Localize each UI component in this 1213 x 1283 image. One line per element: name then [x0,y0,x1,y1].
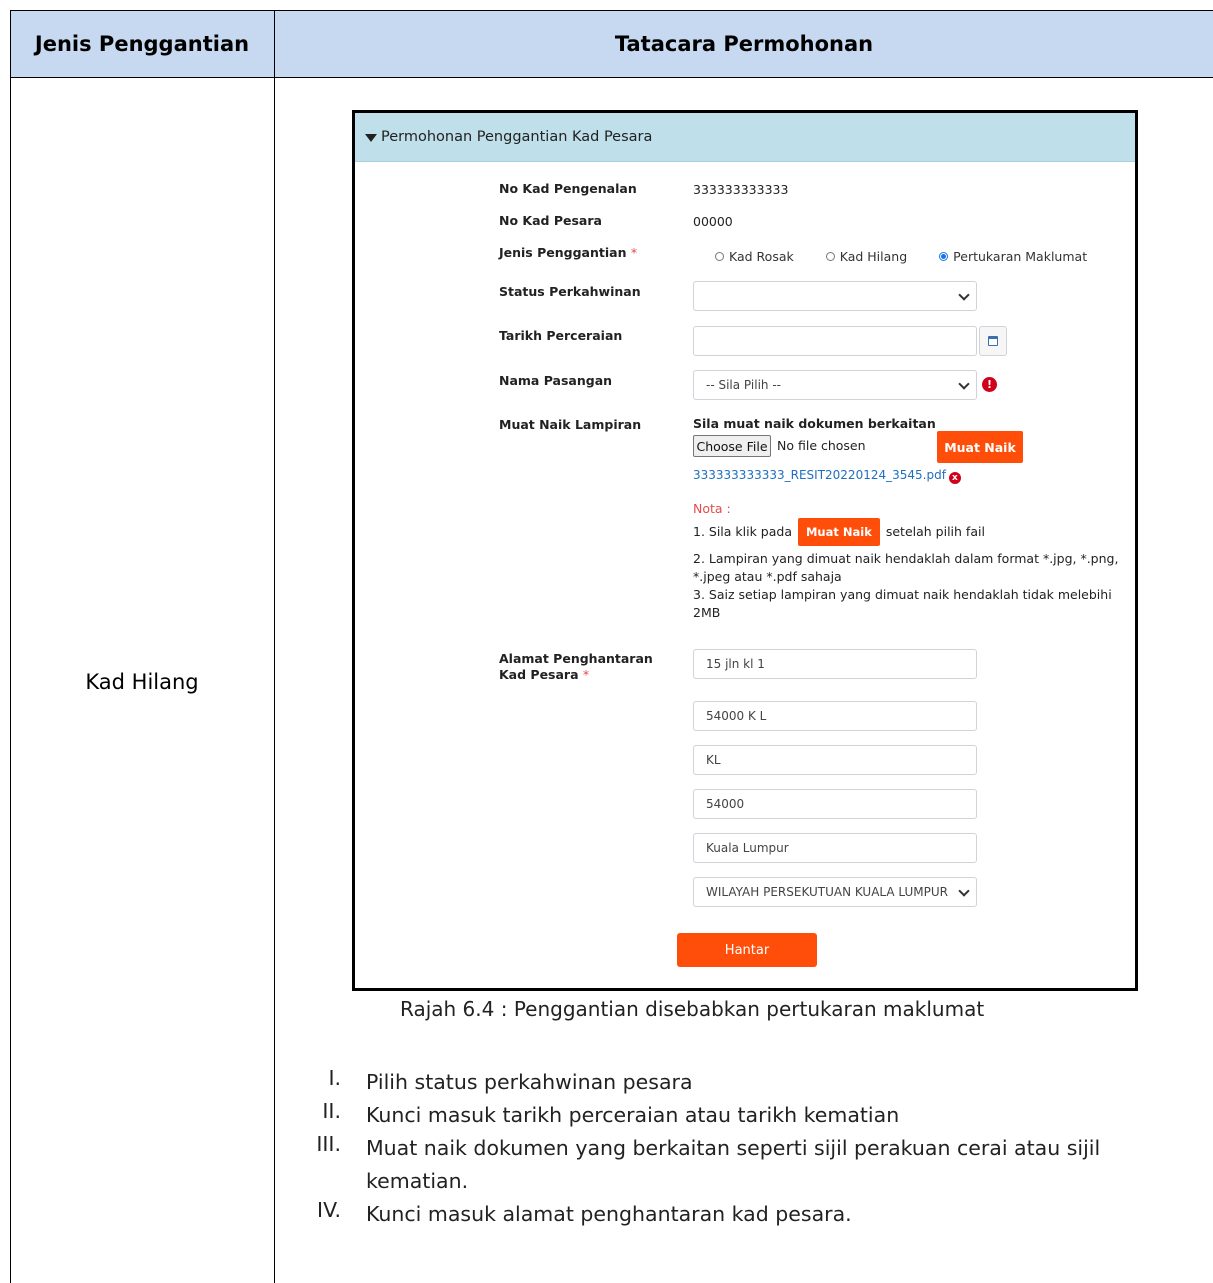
step-text: Kunci masuk alamat penghantaran kad pesa… [366,1202,852,1226]
panel-title: Permohonan Penggantian Kad Pesara [381,129,653,145]
input-value: KL [706,753,721,767]
radio-dot-selected [939,252,949,261]
nota-item-2: 2. Lampiran yang dimuat naik hendaklah d… [693,551,1119,584]
label-status-perkahwinan: Status Perkahwinan [499,284,641,299]
bandar-input[interactable]: Kuala Lumpur [693,833,977,863]
filter-icon [365,134,377,142]
label-tarikh-perceraian: Tarikh Perceraian [499,328,623,343]
input-value: 54000 K L [706,709,767,723]
radio-label: Kad Rosak [729,249,794,264]
value-no-kad-pengenalan: 333333333333 [693,182,789,197]
nota-section: Nota : 1. Sila klik pada Muat Naik setel… [693,500,1125,622]
step-number: I. [328,1066,341,1090]
figure-caption: Rajah 6.4 : Penggantian disebabkan pertu… [400,997,985,1021]
radio-label: Pertukaran Maklumat [953,249,1088,264]
label-nama-pasangan: Nama Pasangan [499,373,613,388]
step-item: IV. Kunci masuk alamat penghantaran kad … [296,1198,1206,1231]
upload-title: Sila muat naik dokumen berkaitan [693,416,936,431]
nota-muat-naik-button: Muat Naik [797,518,880,546]
alamat-line-3-input[interactable]: KL [693,745,977,775]
header-tatacara-permohonan: Tatacara Permohonan [614,32,874,56]
header-jenis-penggantian: Jenis Penggantian [34,32,250,56]
table-left-border [10,10,11,1283]
panel-header: Permohonan Penggantian Kad Pesara [355,113,1135,162]
jenis-penggantian-radios: Kad Rosak Kad Hilang Pertukaran Maklumat [715,249,1087,264]
steps-list: I. Pilih status perkahwinan pesara II. K… [296,1066,1206,1231]
label-muat-naik-lampiran: Muat Naik Lampiran [499,417,642,432]
alamat-line-2-input[interactable]: 54000 K L [693,701,977,731]
hantar-button[interactable]: Hantar [677,933,817,967]
radio-kad-hilang[interactable]: Kad Hilang [825,249,908,264]
alamat-line-1-input[interactable]: 15 jln kl 1 [693,649,977,679]
input-value: 54000 [706,797,745,811]
radio-label: Kad Hilang [839,249,908,264]
input-value: 15 jln kl 1 [706,657,765,671]
uploaded-file-row: 333333333333_RESIT20220124_3545.pdf x [693,468,961,484]
nota-1-post: setelah pilih fail [885,524,985,539]
label-jenis-penggantian: Jenis Penggantian * [499,245,637,260]
radio-kad-rosak[interactable]: Kad Rosak [715,249,794,264]
no-file-text: No file chosen [777,438,866,453]
step-number: III. [316,1132,341,1156]
required-mark: * [630,245,638,260]
radio-pertukaran-maklumat[interactable]: Pertukaran Maklumat [939,249,1087,264]
muat-naik-button[interactable]: Muat Naik [937,431,1023,463]
tarikh-perceraian-input[interactable] [693,326,977,356]
choose-file-button[interactable]: Choose File [693,435,771,457]
label-alamat-penghantaran: Alamat Penghantaran Kad Pesara * [499,651,679,683]
chevron-down-icon [958,885,970,897]
step-item: III. Muat naik dokumen yang berkaitan se… [296,1132,1206,1198]
uploaded-file-link[interactable]: 333333333333_RESIT20220124_3545.pdf [693,468,946,482]
column-divider [274,10,275,1283]
step-item: I. Pilih status perkahwinan pesara [296,1066,1206,1099]
nota-item-1: 1. Sila klik pada Muat Naik setelah pili… [693,518,1125,546]
status-perkahwinan-select[interactable] [693,281,977,311]
step-number: IV. [317,1198,341,1222]
required-mark: * [582,667,590,682]
select-value: -- Sila Pilih -- [706,378,781,392]
label-no-kad-pengenalan: No Kad Pengenalan [499,181,637,196]
step-text: Pilih status perkahwinan pesara [366,1070,693,1094]
value-no-kad-pesara: 00000 [693,214,733,229]
remove-file-icon[interactable]: x [948,472,961,484]
nota-1-pre: 1. Sila klik pada [693,524,792,539]
negeri-select[interactable]: WILAYAH PERSEKUTUAN KUALA LUMPUR [693,877,977,907]
nama-pasangan-select[interactable]: -- Sila Pilih -- [693,370,977,400]
nota-item-3: 3. Saiz setiap lampiran yang dimuat naik… [693,587,1112,620]
label-alamat-text: Alamat Penghantaran Kad Pesara [499,651,653,682]
chevron-down-icon [958,378,970,390]
nota-title: Nota : [693,501,731,516]
input-value: Kuala Lumpur [706,841,789,855]
table-header-row: Jenis Penggantian Tatacara Permohonan [10,10,1213,78]
radio-dot [825,252,835,261]
label-no-kad-pesara: No Kad Pesara [499,213,602,228]
poskod-input[interactable]: 54000 [693,789,977,819]
step-item: II. Kunci masuk tarikh perceraian atau t… [296,1099,1206,1132]
calendar-icon [988,336,998,346]
step-text: Muat naik dokumen yang berkaitan seperti… [366,1136,1101,1193]
radio-dot [715,252,724,261]
select-value: WILAYAH PERSEKUTUAN KUALA LUMPUR [706,885,948,899]
chevron-down-icon [958,289,970,301]
row-label-kad-hilang: Kad Hilang [85,670,199,694]
warning-icon: ! [982,377,997,392]
step-text: Kunci masuk tarikh perceraian atau tarik… [366,1103,900,1127]
calendar-button[interactable] [979,326,1007,356]
label-jenis-penggantian-text: Jenis Penggantian [499,245,627,260]
step-number: II. [322,1099,341,1123]
form-screenshot: Permohonan Penggantian Kad Pesara No Kad… [352,110,1138,991]
